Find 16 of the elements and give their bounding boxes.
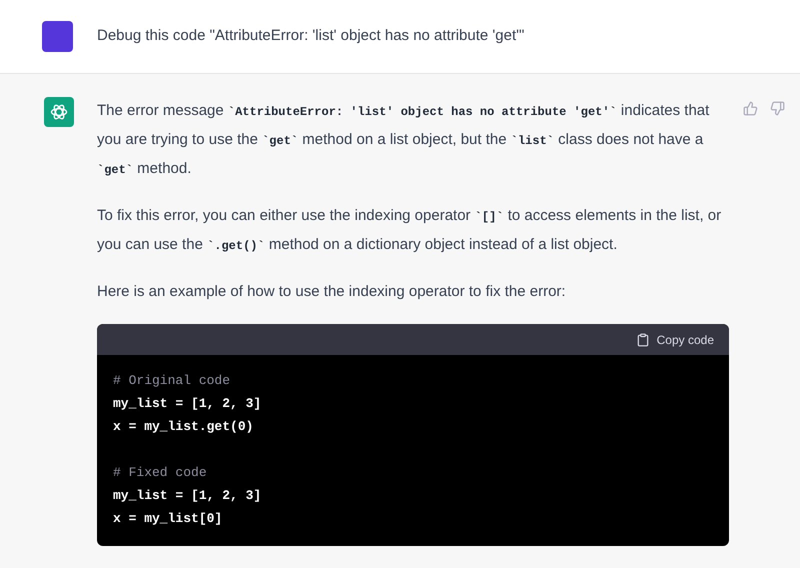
user-message: Debug this code "AttributeError: 'list' object has no attribute 'get'" xyxy=(97,26,524,46)
message-paragraph: To fix this error, you can either use the indexing operator `[]` to access elements in the list, or you can use the `.get()` method on a dictionary object instead of a list object. xyxy=(97,206,722,255)
code-line: x = my_list.get(0) xyxy=(113,418,254,436)
message-paragraph: The error message `AttributeError: 'list' object has no attribute 'get'` indicates that you are trying to use the `get` method on a list object, but the `list` class does not have a `get` method. xyxy=(97,101,710,179)
user-avatar xyxy=(42,21,73,52)
message-paragraph: Here is an example of how to use the indexing operator to fix the error: xyxy=(97,282,567,302)
copy-code-button[interactable]: Copy code xyxy=(636,330,714,348)
clipboard-icon xyxy=(636,332,650,346)
knot-logo-icon xyxy=(49,102,69,122)
code-comment: # Original code xyxy=(113,372,230,390)
thumbs-up-icon[interactable] xyxy=(743,101,758,116)
code-line: my_list = [1, 2, 3] xyxy=(113,487,262,505)
code-line: x = my_list[0] xyxy=(113,510,222,528)
code-comment: # Fixed code xyxy=(113,464,207,482)
code-line: my_list = [1, 2, 3] xyxy=(113,395,262,413)
thumbs-down-icon[interactable] xyxy=(770,101,785,116)
